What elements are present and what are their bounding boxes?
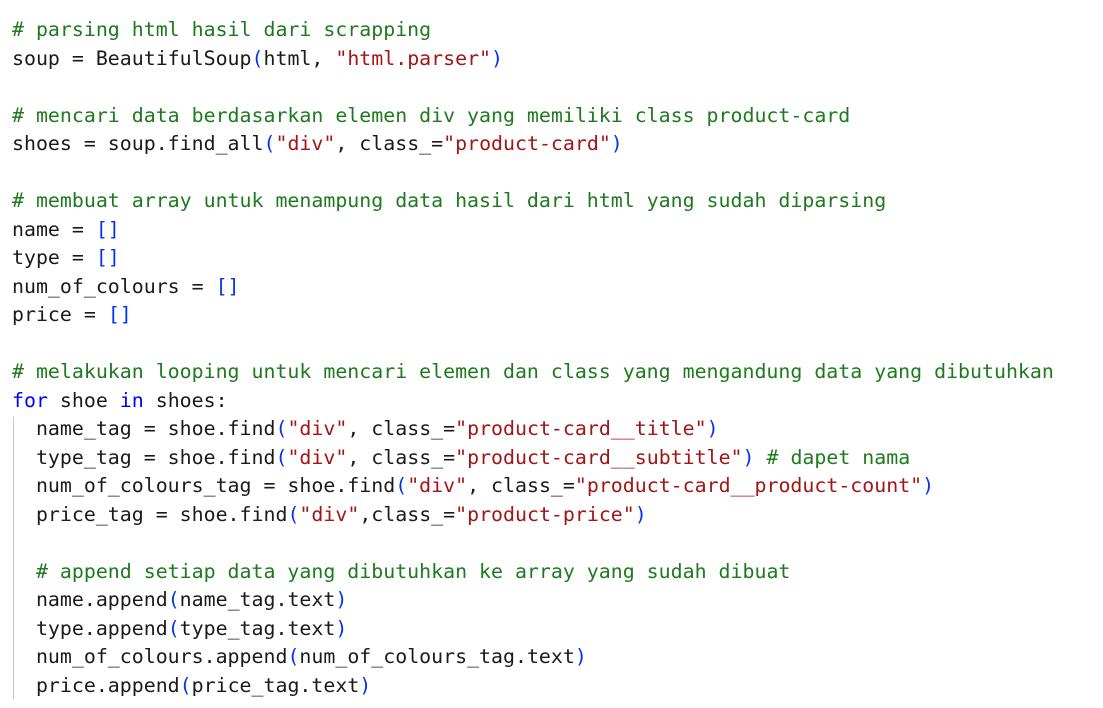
- code-line: num_of_colours_tag = shoe.find("div", cl…: [12, 472, 1054, 501]
- code-bracket: ): [610, 132, 623, 155]
- code-bracket: ): [574, 645, 587, 668]
- code-string: "div": [287, 417, 348, 440]
- code-string: "product-card__title": [455, 417, 707, 440]
- code-line: # parsing html hasil dari scrapping: [12, 16, 1054, 45]
- code-bracket: (: [167, 616, 180, 640]
- code-bracket: (: [179, 673, 192, 697]
- code-line: type = []: [12, 244, 1054, 273]
- code-bracket: (: [251, 46, 264, 70]
- code-bracket: []: [95, 246, 120, 269]
- code-text: num_of_colours_tag = shoe.find: [12, 474, 396, 497]
- code-line: name = []: [12, 216, 1054, 245]
- code-bracket: ): [335, 588, 348, 611]
- code-bracket: (: [263, 132, 276, 155]
- code-line: name_tag = shoe.find("div", class_="prod…: [12, 415, 1054, 444]
- code-text: shoe: [47, 388, 120, 412]
- code-text: num_of_colours.append: [12, 645, 288, 668]
- code-text: , class_=: [335, 132, 444, 155]
- code-text: name.append: [12, 588, 168, 611]
- code-string: "div": [299, 502, 360, 526]
- code-bracket: ): [491, 46, 504, 70]
- code-bracket: (: [395, 474, 408, 497]
- code-string: "product-price": [455, 502, 635, 526]
- code-string: "div": [407, 474, 468, 497]
- code-bracket: ): [335, 616, 348, 640]
- code-line: # membuat array untuk menampung data has…: [12, 187, 1054, 216]
- code-text: soup = BeautifulSoup: [12, 46, 252, 70]
- code-bracket: ): [742, 445, 755, 469]
- code-line: num_of_colours = []: [12, 273, 1054, 302]
- code-text: shoes = soup.find_all: [12, 132, 264, 155]
- code-line: price_tag = shoe.find("div",class_="prod…: [12, 501, 1054, 530]
- code-text: num_of_colours =: [12, 274, 216, 298]
- code-comment: # dapet nama: [766, 445, 911, 469]
- code-comment: # melakukan looping untuk mencari elemen…: [12, 360, 1054, 383]
- code-comment: # membuat array untuk menampung data has…: [12, 189, 887, 212]
- code-line: # mencari data berdasarkan elemen div ya…: [12, 102, 1054, 131]
- code-text: price_tag = shoe.find: [12, 502, 288, 526]
- code-text: html,: [263, 46, 336, 70]
- code-bracket: []: [95, 217, 120, 241]
- code-line: ​: [12, 159, 1054, 188]
- code-keyword: in: [119, 388, 144, 412]
- code-bracket: ): [922, 474, 935, 497]
- code-bracket: (: [287, 645, 300, 668]
- code-bracket: (: [167, 588, 180, 611]
- code-text: , class_=: [467, 474, 575, 497]
- code-text: , class_=: [347, 445, 456, 469]
- code-comment: # mencari data berdasarkan elemen div ya…: [12, 103, 851, 127]
- code-text: name =: [12, 217, 96, 241]
- code-string: "product-card__product-count": [574, 474, 923, 497]
- code-block[interactable]: # parsing html hasil dari scrapping soup …: [12, 16, 1054, 700]
- code-text: type =: [12, 246, 96, 269]
- code-text: name_tag.text: [179, 588, 336, 611]
- code-line: shoes = soup.find_all("div", class_="pro…: [12, 130, 1054, 159]
- code-text: price_tag.text: [191, 673, 360, 697]
- code-text: price =: [12, 303, 108, 326]
- code-line: soup = BeautifulSoup(html, "html.parser"…: [12, 45, 1054, 74]
- code-bracket: (: [275, 445, 288, 469]
- code-line: type_tag = shoe.find("div", class_="prod…: [12, 444, 1054, 473]
- code-text: num_of_colours_tag.text: [299, 645, 575, 668]
- code-line: # melakukan looping untuk mencari elemen…: [12, 358, 1054, 387]
- code-keyword: for: [12, 388, 48, 412]
- code-editor[interactable]: # parsing html hasil dari scrapping soup …: [0, 0, 1103, 708]
- code-line: for shoe in shoes:: [12, 387, 1054, 416]
- code-bracket: []: [107, 303, 132, 326]
- code-bracket: ): [706, 417, 719, 440]
- code-text: ,class_=: [359, 502, 456, 526]
- code-string: "html.parser": [335, 46, 492, 70]
- code-line: price = []: [12, 301, 1054, 330]
- code-bracket: ): [359, 673, 372, 697]
- code-bracket: []: [215, 274, 240, 298]
- code-text: type_tag.text: [179, 616, 336, 640]
- code-text: name_tag = shoe.find: [12, 417, 276, 440]
- code-string: "product-card__subtitle": [455, 445, 743, 469]
- code-line: name.append(name_tag.text): [12, 586, 1054, 615]
- code-text: shoes:: [143, 388, 228, 412]
- code-comment: # parsing html hasil dari scrapping: [12, 18, 432, 41]
- code-text: price.append: [12, 673, 180, 697]
- code-line: ​: [12, 330, 1054, 359]
- code-comment: # append setiap data yang dibutuhkan ke …: [35, 559, 791, 583]
- code-bracket: (: [287, 502, 300, 526]
- code-line: ​: [12, 73, 1054, 102]
- code-text: type.append: [12, 616, 168, 640]
- code-string: "product-card": [443, 132, 611, 155]
- code-line: type.append(type_tag.text): [12, 615, 1054, 644]
- code-text: type_tag = shoe.find: [12, 445, 276, 469]
- code-line: price.append(price_tag.text): [12, 672, 1054, 701]
- code-line: ​: [12, 529, 1054, 558]
- code-bracket: (: [275, 417, 288, 440]
- code-line: # append setiap data yang dibutuhkan ke …: [12, 558, 1054, 587]
- code-line: num_of_colours.append(num_of_colours_tag…: [12, 643, 1054, 672]
- code-text: , class_=: [347, 417, 456, 440]
- code-bracket: ): [634, 502, 647, 526]
- code-string: "div": [275, 132, 336, 155]
- code-string: "div": [287, 445, 348, 469]
